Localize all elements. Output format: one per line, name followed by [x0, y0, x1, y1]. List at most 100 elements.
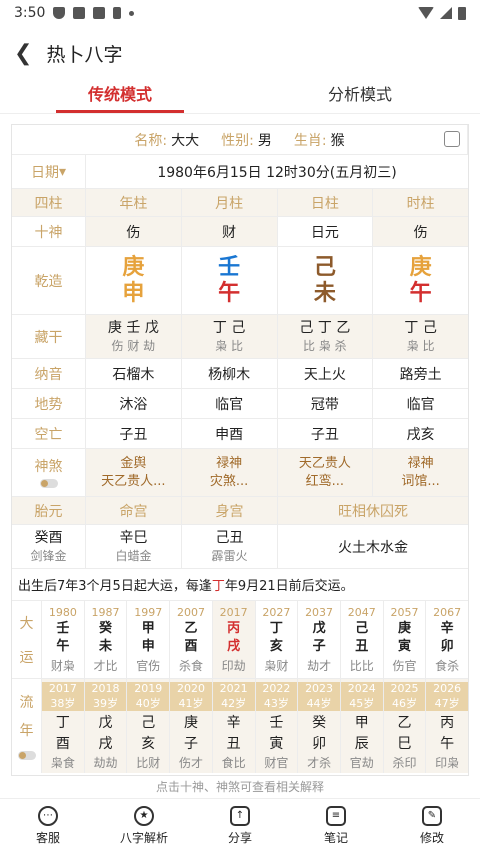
liunian-head: 2024 45岁	[340, 681, 383, 711]
liunian-gan: 丁	[55, 714, 70, 731]
nav-analysis[interactable]: ★ 八字解析	[96, 799, 192, 852]
nayin-hour: 路旁土	[399, 366, 442, 383]
dayun-col[interactable]: 2047 己丑比比	[341, 601, 384, 678]
dayun-col[interactable]: 2067 辛卯食杀	[426, 601, 468, 678]
liunian-age: 40岁	[135, 696, 161, 710]
date-label[interactable]: 日期 ▾	[12, 155, 86, 188]
dayun-year: 1980	[48, 605, 77, 619]
dayun-col[interactable]: 1987 癸未才比	[85, 601, 128, 678]
dayun-col[interactable]: 1997 甲申官伤	[127, 601, 171, 678]
shensha-day[interactable]: 天乙贵人 红鸾...	[299, 455, 351, 491]
tab-traditional[interactable]: 传统模式	[0, 80, 240, 113]
liunian-gan: 乙	[397, 714, 412, 731]
minggong-label: 命宫	[86, 497, 182, 524]
liunian-zhi: 寅	[269, 735, 284, 752]
liunian-zhi: 辰	[354, 735, 369, 752]
liunian-zhi: 戌	[98, 735, 113, 752]
canggan-day[interactable]: 己 丁 乙比 枭 杀	[299, 319, 350, 355]
dishi-hour: 临官	[406, 396, 435, 413]
notification-icon	[93, 7, 106, 19]
dayun-col[interactable]: 2017 丙戌印劫	[212, 601, 256, 678]
canggan-hour[interactable]: 丁 己枭 比	[404, 319, 436, 355]
canggan-month[interactable]: 丁 己枭 比	[213, 319, 245, 355]
dayun-gan: 癸	[99, 620, 113, 636]
liunian-col[interactable]: 2024 45岁甲辰官劫	[340, 679, 384, 773]
liunian-head: 2020 41岁	[170, 681, 212, 711]
nav-service[interactable]: ⋯ 客服	[0, 799, 96, 852]
liunian-head: 2017 38岁	[42, 681, 84, 711]
liunian-year: 2023	[305, 681, 334, 695]
liunian-col[interactable]: 2021 42岁辛丑食比	[212, 679, 256, 773]
nav-share[interactable]: ↑ 分享	[192, 799, 288, 852]
dayun-shishen: 官伤	[136, 658, 161, 673]
gender-label: 性别:	[221, 132, 254, 149]
dayun-shishen: 比比	[349, 658, 374, 673]
dayun-year: 2017	[219, 605, 248, 619]
liunian-col[interactable]: 2019 40岁己亥比财	[127, 679, 171, 773]
liunian-gan: 甲	[354, 714, 369, 731]
zodiac-value: 猴	[330, 132, 345, 149]
dayun-col[interactable]: 2007 乙酉杀食	[170, 601, 213, 678]
dishi-label: 地势	[12, 389, 86, 418]
liunian-col[interactable]: 2025 46岁乙巳杀印	[383, 679, 427, 773]
info-row: 名称: 大大 性别: 男 生肖: 猴	[12, 125, 468, 155]
liunian-year: 2018	[91, 681, 120, 695]
app-icon	[73, 7, 86, 19]
shishen-year[interactable]: 伤	[86, 217, 182, 246]
tab-analysis[interactable]: 分析模式	[240, 80, 480, 113]
nayin-label: 纳音	[12, 359, 86, 388]
dayun-shishen: 伤官	[392, 658, 417, 673]
dayun-col[interactable]: 2027 丁亥枭财	[256, 601, 299, 678]
chat-icon: ⋯	[38, 805, 58, 826]
liunian-zhi: 巳	[397, 735, 412, 752]
shensha-toggle[interactable]	[39, 478, 58, 488]
nayin-day: 天上火	[278, 359, 374, 388]
liunian-head: 2022 43岁	[255, 681, 298, 711]
liunian-col[interactable]: 2023 44岁癸卯才杀	[298, 679, 341, 773]
nayin-year: 石榴木	[86, 359, 182, 388]
shensha-year[interactable]: 金舆 天乙贵人...	[101, 455, 165, 491]
dayun-col[interactable]: 1980 壬午财枭	[42, 601, 85, 678]
nav-notes[interactable]: ≡ 笔记	[288, 799, 384, 852]
nayin-row: 纳音 石榴木 杨柳木 天上火 路旁土	[12, 359, 468, 389]
dayun-gan: 壬	[56, 620, 70, 636]
liunian-col[interactable]: 2020 41岁庚子伤才	[170, 679, 213, 773]
dayun-gan: 庚	[397, 620, 411, 636]
shishen-hour[interactable]: 伤	[373, 217, 468, 246]
shensha-month[interactable]: 禄神 灾煞...	[210, 455, 248, 491]
dayun-zhi: 子	[312, 638, 326, 654]
liunian-gan: 戊	[98, 714, 113, 731]
liunian-row: 流年 2017 38岁丁酉枭食 2018 39岁戊戌劫劫 2019 40岁己亥比财 2020…	[12, 679, 469, 773]
dayun-gan: 丙	[227, 620, 241, 636]
liunian-zhi: 丑	[226, 735, 241, 752]
nav-edit[interactable]: ✎ 修改	[384, 799, 480, 852]
liunian-shishen: 劫劫	[93, 755, 118, 770]
canggan-year[interactable]: 庚 壬 戊伤 财 劫	[108, 319, 159, 355]
dayun-shishen: 劫才	[307, 658, 332, 673]
edit-icon[interactable]	[444, 131, 460, 147]
status-bar: 3:50	[0, 0, 480, 26]
liunian-col[interactable]: 2022 43岁壬寅财官	[255, 679, 299, 773]
liunian-col[interactable]: 2017 38岁丁酉枭食	[42, 679, 85, 773]
shensha-hour[interactable]: 禄神 词馆...	[401, 455, 439, 491]
day-pillar-label: 日柱	[278, 189, 374, 216]
dayun-col[interactable]: 2057 庚寅伤官	[384, 601, 427, 678]
dishi-day: 冠带	[278, 389, 374, 418]
liunian-col[interactable]: 2026 47岁丙午印枭	[426, 679, 469, 773]
shishen-month[interactable]: 财	[181, 217, 278, 246]
liunian-age: 42岁	[221, 696, 247, 710]
gender-value: 男	[257, 132, 272, 149]
dayun-shishen: 杀食	[178, 658, 203, 673]
liunian-year: 2022	[262, 681, 291, 695]
kongwang-year: 子丑	[86, 419, 182, 448]
qianzao-label: 乾造	[12, 247, 86, 314]
canggan-label: 藏干	[12, 315, 86, 358]
share-icon: ↑	[230, 805, 250, 826]
dayun-shishen: 财枭	[50, 658, 75, 673]
dayun-year: 2037	[305, 605, 334, 619]
liunian-col[interactable]: 2018 39岁戊戌劫劫	[84, 679, 128, 773]
back-arrow-icon[interactable]: ❮	[14, 41, 32, 66]
dayun-col[interactable]: 2037 戊子劫才	[298, 601, 341, 678]
liunian-gan: 庚	[183, 714, 198, 731]
liunian-toggle[interactable]	[17, 751, 36, 760]
